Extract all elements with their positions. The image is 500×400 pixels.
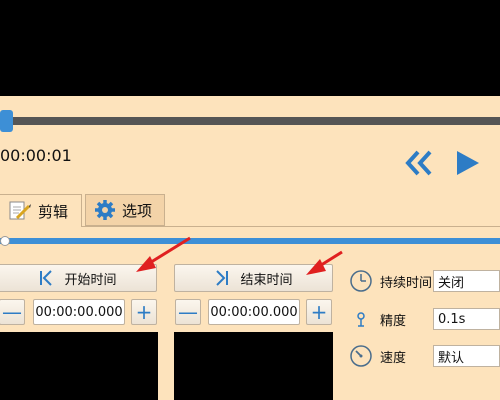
end-frame-preview (174, 332, 333, 400)
tab-edit[interactable]: 剪辑 (0, 194, 82, 227)
edit-icon (9, 201, 31, 220)
duration-select[interactable]: 关闭 (433, 270, 500, 292)
speed-select[interactable]: 默认 (433, 345, 500, 367)
duration-setting: 持续时间 (348, 268, 434, 294)
trim-range-handle[interactable] (0, 236, 10, 246)
precision-value: 0.1s (438, 311, 466, 327)
set-start-time-button[interactable]: 开始时间 (0, 264, 157, 292)
clock-icon (348, 268, 374, 294)
start-time-field[interactable]: 00:00:00.000 (33, 299, 125, 325)
speedometer-icon (348, 343, 374, 369)
end-time-increment-button[interactable]: + (306, 299, 332, 325)
set-end-time-button[interactable]: 结束时间 (174, 264, 333, 292)
gear-icon (95, 200, 115, 220)
mark-end-icon (216, 270, 229, 286)
duration-label: 持续时间 (380, 275, 433, 291)
set-start-time-label: 开始时间 (64, 272, 117, 288)
precision-label: 精度 (380, 313, 407, 329)
trim-range-bar[interactable] (0, 238, 500, 244)
start-frame-preview (0, 332, 158, 400)
tab-options[interactable]: 选项 (85, 194, 165, 226)
end-time-decrement-button[interactable]: — (175, 299, 201, 325)
current-timecode: 00:00:01 (0, 146, 72, 165)
play-button[interactable] (450, 146, 484, 180)
tab-options-label: 选项 (122, 201, 153, 220)
play-icon (457, 151, 479, 175)
precision-select[interactable]: 0.1s (433, 308, 500, 330)
precision-icon (348, 306, 374, 332)
speed-setting: 速度 (348, 343, 434, 369)
duration-value: 关闭 (438, 275, 465, 291)
mark-start-icon (40, 270, 53, 286)
precision-setting: 精度 (348, 306, 434, 332)
double-chevron-left-icon (405, 150, 432, 176)
start-time-decrement-button[interactable]: — (0, 299, 25, 325)
rewind-button[interactable] (402, 146, 436, 180)
start-time-increment-button[interactable]: + (131, 299, 157, 325)
set-end-time-label: 结束时间 (240, 272, 293, 288)
seek-bar[interactable] (0, 117, 500, 125)
speed-label: 速度 (380, 350, 407, 366)
tab-edit-label: 剪辑 (38, 202, 69, 221)
speed-value: 默认 (438, 350, 465, 366)
end-time-field[interactable]: 00:00:00.000 (208, 299, 300, 325)
seek-handle[interactable] (0, 110, 13, 132)
